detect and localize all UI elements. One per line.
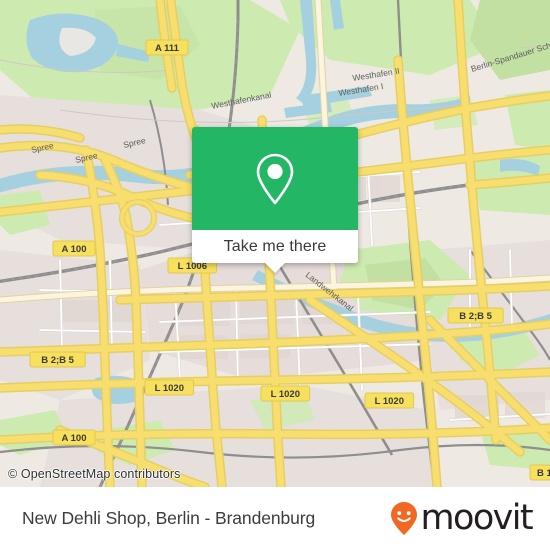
svg-text:L 1020: L 1020 xyxy=(155,383,184,394)
road-shield: A 100 xyxy=(52,429,96,446)
location-popup[interactable]: Take me there xyxy=(192,127,358,273)
svg-text:B 2;B 5: B 2;B 5 xyxy=(459,311,492,322)
moovit-logo[interactable]: moovit xyxy=(389,498,534,538)
road-shield: B 1 xyxy=(529,464,550,481)
moovit-wordmark: moovit xyxy=(420,498,534,538)
road-shield: A 111 xyxy=(145,39,189,56)
osm-attribution: © OpenStreetMap contributors xyxy=(8,467,181,481)
take-me-there-label: Take me there xyxy=(223,237,327,255)
svg-text:A 111: A 111 xyxy=(155,43,180,54)
road-shield: B 2;B 5 xyxy=(447,307,504,324)
svg-text:A 100: A 100 xyxy=(62,244,87,255)
map-canvas[interactable]: .bg { fill:#EFE9E4; } .park { fill:#CDEB… xyxy=(0,0,550,487)
svg-text:A 100: A 100 xyxy=(62,433,87,444)
road-shield: A 100 xyxy=(52,240,96,257)
svg-text:L 1020: L 1020 xyxy=(375,396,404,407)
map-pin-icon xyxy=(256,153,294,204)
place-title: New Dehli Shop, Berlin - Brandenburg xyxy=(22,508,316,528)
svg-text:B 2;B 5: B 2;B 5 xyxy=(41,355,74,366)
road-shield: B 2;B 5 xyxy=(29,351,86,368)
road-shield: L 1020 xyxy=(260,385,311,402)
svg-text:B 1: B 1 xyxy=(537,468,550,479)
svg-text:L 1020: L 1020 xyxy=(271,389,300,400)
take-me-there-button[interactable]: Take me there xyxy=(192,230,358,273)
road-shield: L 1020 xyxy=(364,392,415,409)
popup-tail xyxy=(264,262,286,273)
road-shield: L 1020 xyxy=(144,379,195,396)
popup-icon-area xyxy=(192,127,358,230)
footer-bar: New Dehli Shop, Berlin - Brandenburg moo… xyxy=(0,487,550,550)
moovit-pin-icon xyxy=(390,501,417,535)
